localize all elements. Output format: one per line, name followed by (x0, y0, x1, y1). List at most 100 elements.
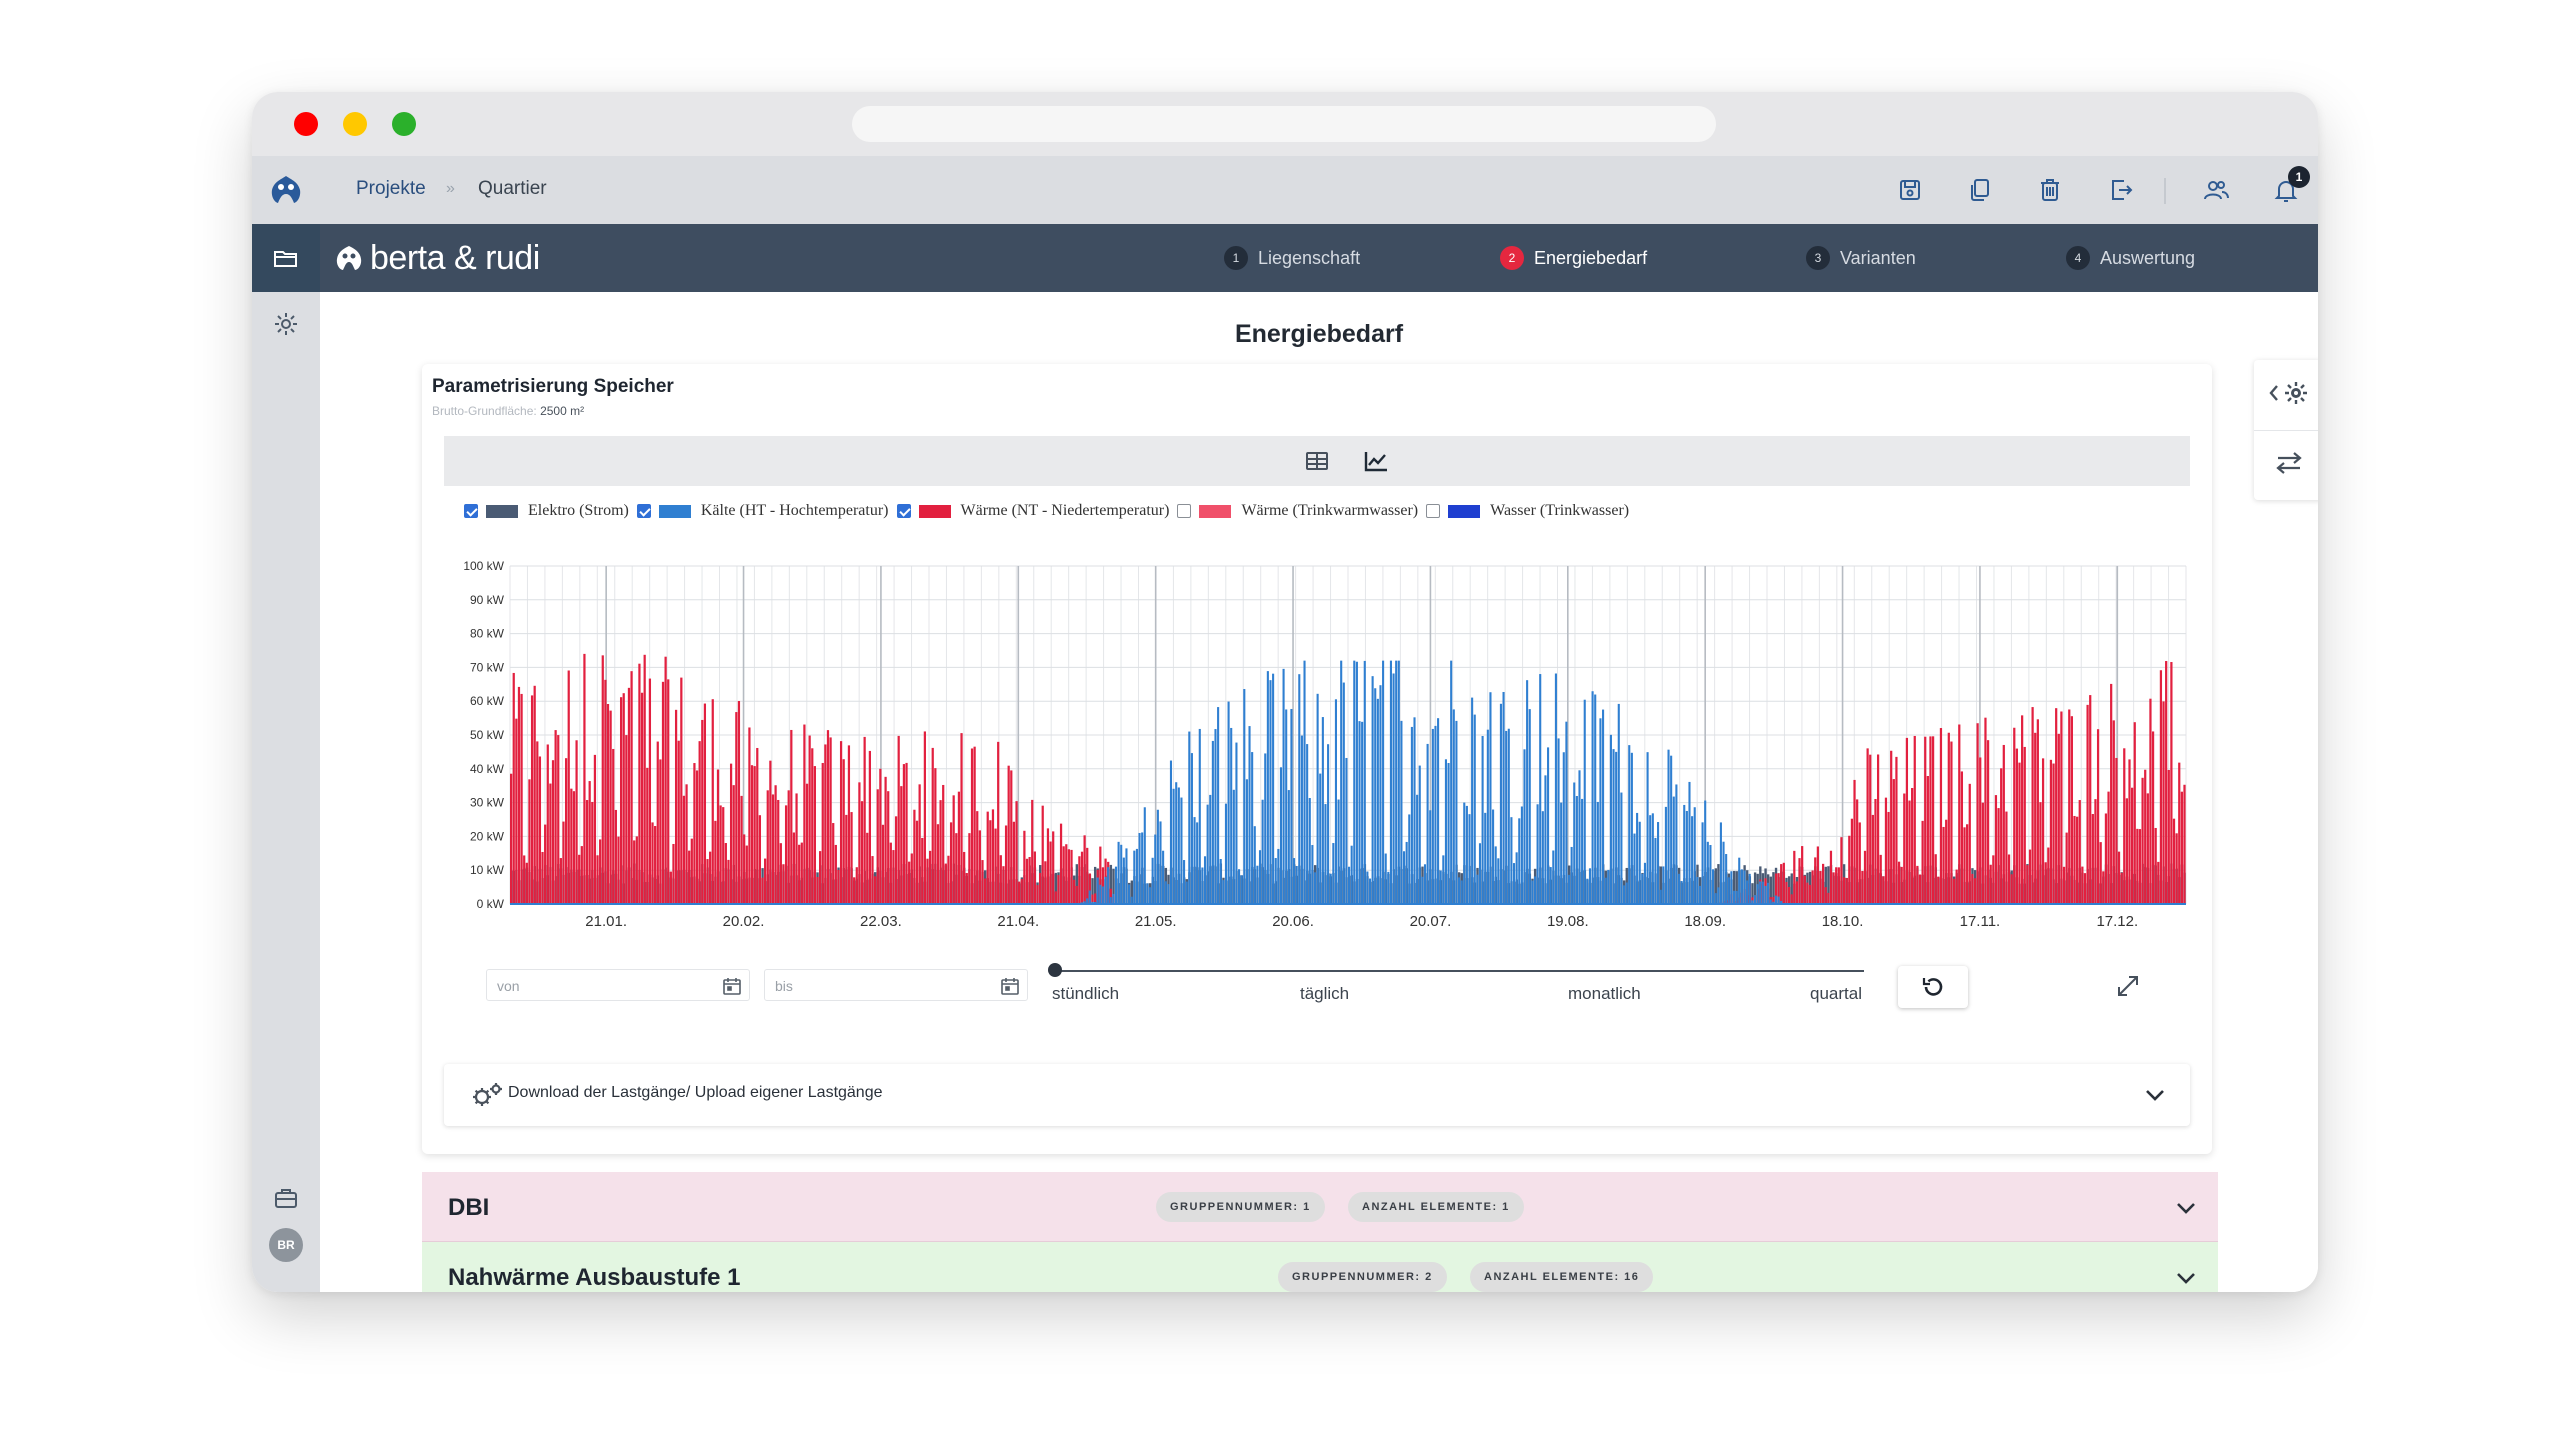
bar-waerme (960, 733, 963, 904)
calendar-icon[interactable] (999, 975, 1021, 997)
bar-waerme (1012, 821, 1016, 904)
bar-kaelte (1494, 846, 1497, 904)
bar-kaelte (1180, 797, 1183, 904)
group-dbi[interactable]: DBI GRUPPENNUMMER: 1 ANZAHL ELEMENTE: 1 (422, 1172, 2218, 1242)
chevron-down-icon[interactable] (2142, 1082, 2168, 1108)
gears-icon (473, 1083, 502, 1106)
bar-kaelte (1366, 871, 1369, 904)
chart-view-icon[interactable] (1362, 447, 1390, 475)
resolution-label-monthly[interactable]: monatlich (1568, 984, 1641, 1004)
chevron-down-icon[interactable] (2172, 1194, 2200, 1222)
group-nahwaerme[interactable]: Nahwärme Ausbaustufe 1 GRUPPENNUMMER: 2 … (422, 1242, 2218, 1292)
settings-gear-icon[interactable] (272, 310, 300, 338)
bar-kaelte (1240, 875, 1243, 904)
resolution-label-daily[interactable]: täglich (1300, 984, 1349, 1004)
y-tick-label: 10 kW (470, 863, 505, 877)
bar-waerme (1958, 724, 1961, 904)
bar-waerme (874, 876, 877, 904)
download-upload-panel[interactable]: Download der Lastgänge/ Upload eigener L… (444, 1064, 2190, 1126)
briefcase-icon[interactable] (272, 1184, 300, 1212)
swap-arrows-icon[interactable] (2274, 448, 2304, 478)
bar-kaelte (1746, 880, 1749, 904)
bar-kaelte (1258, 850, 1262, 904)
minimize-window-button[interactable] (343, 112, 367, 136)
step-auswertung[interactable]: 4 Auswertung (2066, 246, 2195, 270)
bar-waerme (1025, 858, 1029, 904)
legend-swatch (918, 504, 951, 518)
step-liegenschaft[interactable]: 1 Liegenschaft (1224, 246, 1360, 270)
step-energiebedarf[interactable]: 2 Energiebedarf (1500, 246, 1647, 270)
bar-kaelte (1730, 871, 1733, 904)
bar-kaelte (1264, 753, 1267, 904)
fullscreen-icon[interactable] (2114, 972, 2142, 1000)
load-profile-chart: 0 kW 10 kW 20 kW 30 kW 40 kW 50 kW 60 kW 70 kW 8… (463, 559, 2187, 930)
step-varianten[interactable]: 3 Varianten (1806, 246, 1916, 270)
brand-logo[interactable]: berta & rudi (334, 238, 540, 278)
close-window-button[interactable] (294, 112, 318, 136)
bar-kaelte (1518, 818, 1521, 904)
legend-item[interactable]: Elektro (Strom) (464, 502, 629, 520)
bar-kaelte (1196, 822, 1199, 904)
bar-kaelte (1177, 787, 1180, 904)
user-avatar[interactable]: BR (269, 1228, 303, 1262)
legend-item[interactable]: Wärme (NT - Niedertemperatur) (896, 502, 1170, 520)
bar-waerme (512, 672, 515, 904)
bar-waerme (1840, 837, 1843, 904)
legend-checkbox[interactable] (464, 504, 478, 518)
resolution-slider-knob[interactable] (1048, 963, 1062, 977)
step-number: 3 (1806, 246, 1830, 270)
bar-kaelte (1704, 800, 1707, 904)
legend-checkbox[interactable] (1426, 504, 1441, 518)
legend-checkbox[interactable] (636, 504, 651, 518)
date-to-input[interactable]: bis (764, 969, 1028, 1001)
step-number: 2 (1500, 246, 1524, 270)
bar-kaelte (1654, 837, 1657, 904)
bar-kaelte (1444, 759, 1447, 904)
table-view-icon[interactable] (1303, 447, 1331, 475)
bar-kaelte (1505, 730, 1508, 904)
breadcrumb-projects-link[interactable]: Projekte (356, 178, 426, 200)
users-icon[interactable] (2202, 176, 2230, 204)
bar-waerme (2081, 866, 2084, 904)
address-bar[interactable] (852, 106, 1716, 142)
resolution-label-quarterly[interactable]: quartal (1810, 984, 1862, 1004)
copy-icon[interactable] (1966, 176, 1994, 204)
bar-waerme (1931, 736, 1935, 904)
chevron-down-icon[interactable] (2172, 1264, 2200, 1292)
bar-kaelte (1688, 781, 1691, 904)
app-logo-icon[interactable] (268, 172, 304, 208)
legend-item[interactable]: Wärme (Trinkwarmwasser) (1177, 502, 1418, 520)
maximize-window-button[interactable] (392, 112, 416, 136)
bar-waerme (2018, 762, 2021, 904)
legend-checkbox[interactable] (896, 504, 911, 518)
bar-waerme (2002, 744, 2005, 904)
bar-waerme (585, 800, 589, 904)
bar-waerme (714, 820, 717, 904)
bar-kaelte (1114, 866, 1118, 904)
bar-waerme (706, 859, 709, 904)
bar-kaelte (1397, 660, 1400, 904)
calendar-icon[interactable] (721, 975, 743, 997)
legend-checkbox[interactable] (1177, 504, 1192, 518)
legend-item[interactable]: Wasser (Trinkwasser) (1426, 502, 1629, 520)
date-from-input[interactable]: von (486, 969, 750, 1001)
bar-waerme (2170, 662, 2173, 904)
resolution-label-hourly[interactable]: stündlich (1052, 984, 1119, 1004)
reset-zoom-button[interactable] (1898, 966, 1968, 1008)
bar-waerme (774, 785, 777, 904)
legend-item[interactable]: Kälte (HT - Hochtemperatur) (636, 502, 889, 520)
trash-icon[interactable] (2036, 176, 2064, 204)
export-icon[interactable] (2106, 176, 2134, 204)
settings-collapse-icon[interactable] (2268, 378, 2312, 408)
bar-waerme (963, 851, 966, 904)
bar-kaelte (1421, 876, 1424, 904)
sidebar-item-projects[interactable] (252, 224, 320, 292)
bar-waerme (633, 840, 636, 904)
resolution-slider-track[interactable] (1056, 970, 1864, 972)
bar-waerme (1041, 805, 1044, 904)
bar-kaelte (1565, 721, 1568, 904)
save-icon[interactable] (1896, 176, 1924, 204)
bar-waerme (693, 763, 696, 904)
legend-label: Wärme (NT - Niedertemperatur) (960, 502, 1170, 519)
bar-waerme (698, 741, 701, 904)
